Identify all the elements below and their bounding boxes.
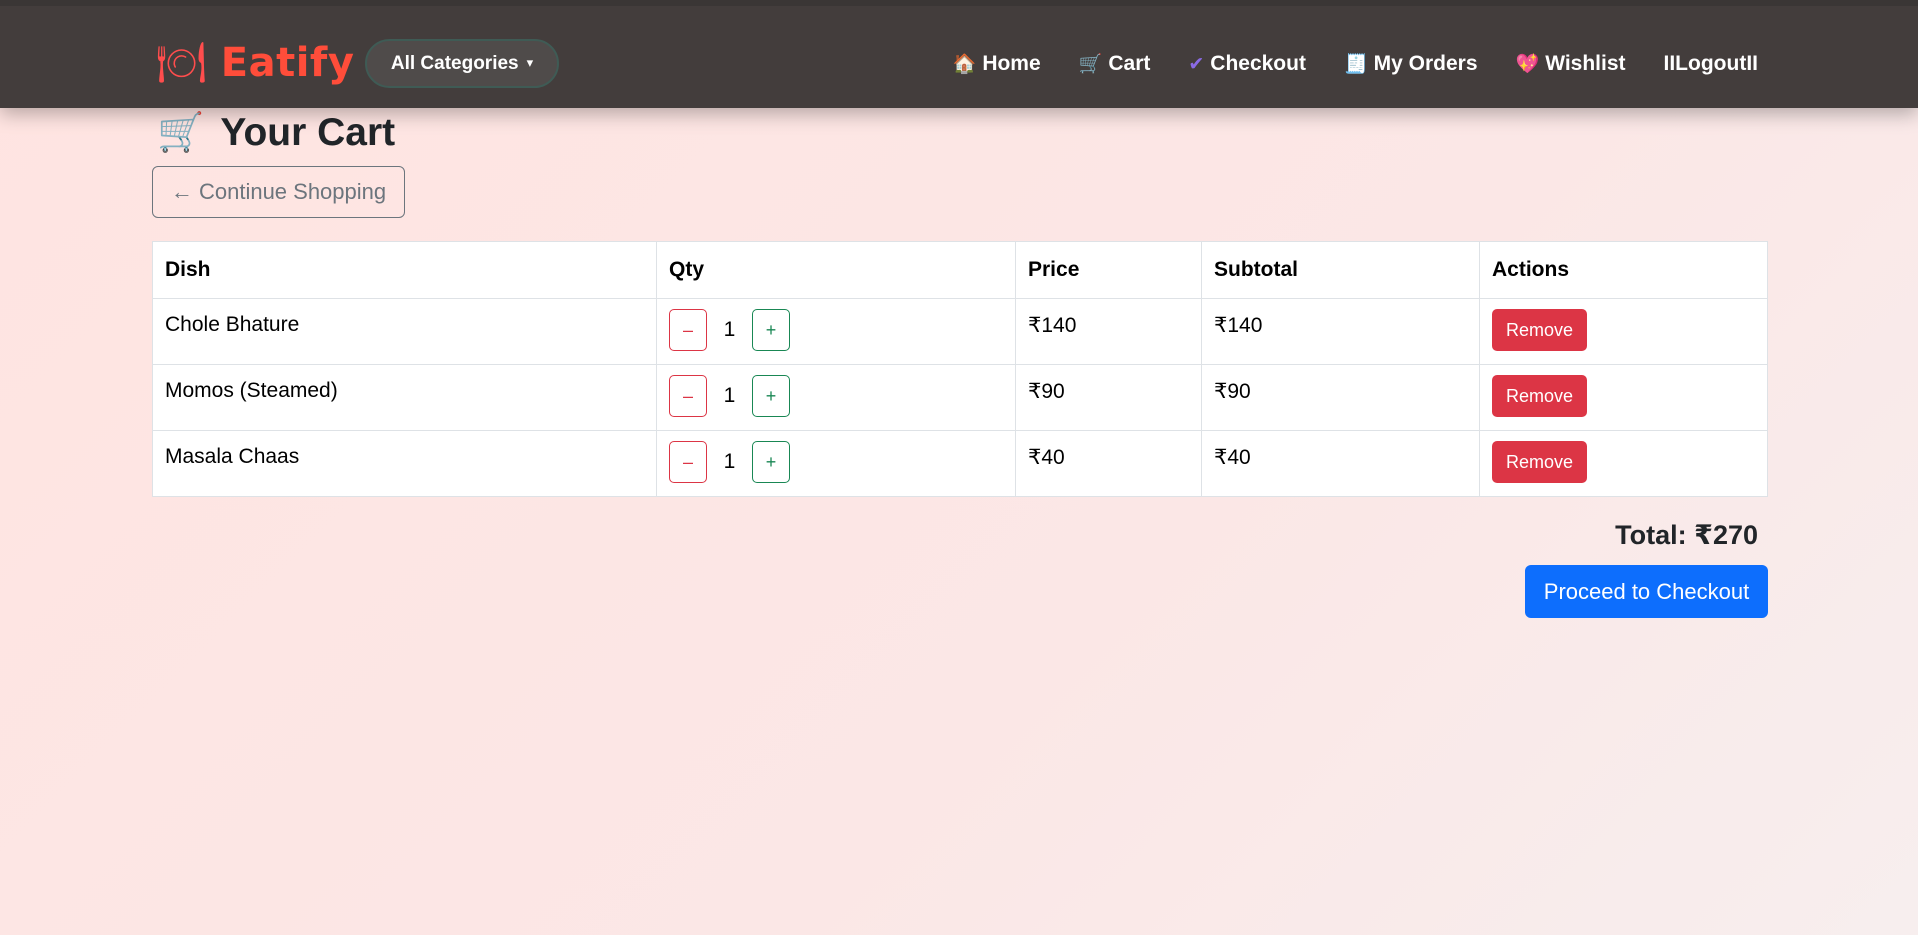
home-icon: 🏠 xyxy=(952,54,977,75)
cart-total: Total: ₹270 xyxy=(1615,520,1758,550)
nav-wishlist-label: Wishlist xyxy=(1545,52,1626,75)
top-navbar: 🍽 Eatify All Categories ▾ 🏠 Home 🛒 Cart … xyxy=(0,0,1918,108)
qty-cell: – 1 + xyxy=(656,298,1016,365)
column-header-dish: Dish xyxy=(152,241,657,299)
nav-my-orders-label: My Orders xyxy=(1373,52,1478,75)
decrease-qty-button[interactable]: – xyxy=(669,309,707,351)
qty-value: 1 xyxy=(723,318,736,341)
remove-button[interactable]: Remove xyxy=(1492,309,1587,351)
subtotal-cell: ₹140 xyxy=(1201,298,1480,365)
nav-cart-label: Cart xyxy=(1108,52,1151,75)
proceed-to-checkout-button[interactable]: Proceed to Checkout xyxy=(1525,565,1768,618)
dish-name: Masala Chaas xyxy=(152,430,657,497)
column-header-price: Price xyxy=(1015,241,1202,299)
brand[interactable]: 🍽 Eatify xyxy=(156,38,354,88)
price-cell: ₹140 xyxy=(1015,298,1202,365)
nav-checkout[interactable]: ✔ Checkout xyxy=(1188,52,1306,76)
chevron-down-icon: ▾ xyxy=(526,54,534,70)
qty-value: 1 xyxy=(723,450,736,473)
actions-cell: Remove xyxy=(1479,298,1768,365)
increase-qty-button[interactable]: + xyxy=(752,309,790,351)
dish-name: Chole Bhature xyxy=(152,298,657,365)
actions-cell: Remove xyxy=(1479,364,1768,431)
cart-icon: 🛒 xyxy=(1078,54,1103,75)
categories-dropdown[interactable]: All Categories ▾ xyxy=(365,39,559,88)
price-cell: ₹90 xyxy=(1015,364,1202,431)
increase-qty-button[interactable]: + xyxy=(752,375,790,417)
page-title: 🛒 Your Cart xyxy=(157,108,395,158)
column-header-actions: Actions xyxy=(1479,241,1768,299)
heart-icon: 💖 xyxy=(1515,54,1540,75)
remove-button[interactable]: Remove xyxy=(1492,375,1587,417)
remove-button[interactable]: Remove xyxy=(1492,441,1587,483)
column-header-subtotal: Subtotal xyxy=(1201,241,1480,299)
receipt-icon: 🧾 xyxy=(1343,54,1368,75)
price-cell: ₹40 xyxy=(1015,430,1202,497)
nav-checkout-label: Checkout xyxy=(1210,52,1306,75)
continue-shopping-button[interactable]: ← Continue Shopping xyxy=(152,166,405,218)
table-header-row: Dish Qty Price Subtotal Actions xyxy=(152,241,1768,299)
plate-cutlery-icon: 🍽 xyxy=(156,41,207,85)
table-row: Momos (Steamed) – 1 + ₹90 ₹90 Remove xyxy=(152,364,1768,431)
decrease-qty-button[interactable]: – xyxy=(669,441,707,483)
increase-qty-button[interactable]: + xyxy=(752,441,790,483)
table-row: Chole Bhature – 1 + ₹140 ₹140 Remove xyxy=(152,298,1768,365)
cart-icon: 🛒 xyxy=(157,112,205,154)
decrease-qty-button[interactable]: – xyxy=(669,375,707,417)
qty-cell: – 1 + xyxy=(656,364,1016,431)
page-title-text: Your Cart xyxy=(220,111,396,154)
nav-my-orders[interactable]: 🧾 My Orders xyxy=(1344,52,1478,76)
nav-cart[interactable]: 🛒 Cart xyxy=(1079,52,1151,76)
nav-wishlist[interactable]: 💖 Wishlist xyxy=(1516,52,1626,76)
cart-table: Dish Qty Price Subtotal Actions Chole Bh… xyxy=(152,241,1768,497)
column-header-qty: Qty xyxy=(656,241,1016,299)
categories-label: All Categories xyxy=(390,52,519,74)
subtotal-cell: ₹90 xyxy=(1201,364,1480,431)
nav-home[interactable]: 🏠 Home xyxy=(953,52,1041,76)
nav-logout-label: IILogoutII xyxy=(1663,52,1758,75)
main-nav: 🏠 Home 🛒 Cart ✔ Checkout 🧾 My Orders 💖 W… xyxy=(953,46,1758,82)
brand-name: Eatify xyxy=(220,40,355,86)
actions-cell: Remove xyxy=(1479,430,1768,497)
qty-value: 1 xyxy=(723,384,736,407)
subtotal-cell: ₹40 xyxy=(1201,430,1480,497)
qty-cell: – 1 + xyxy=(656,430,1016,497)
nav-logout[interactable]: IILogoutII xyxy=(1664,52,1758,76)
check-icon: ✔ xyxy=(1188,53,1205,75)
dish-name: Momos (Steamed) xyxy=(152,364,657,431)
nav-home-label: Home xyxy=(982,52,1041,75)
table-row: Masala Chaas – 1 + ₹40 ₹40 Remove xyxy=(152,430,1768,497)
